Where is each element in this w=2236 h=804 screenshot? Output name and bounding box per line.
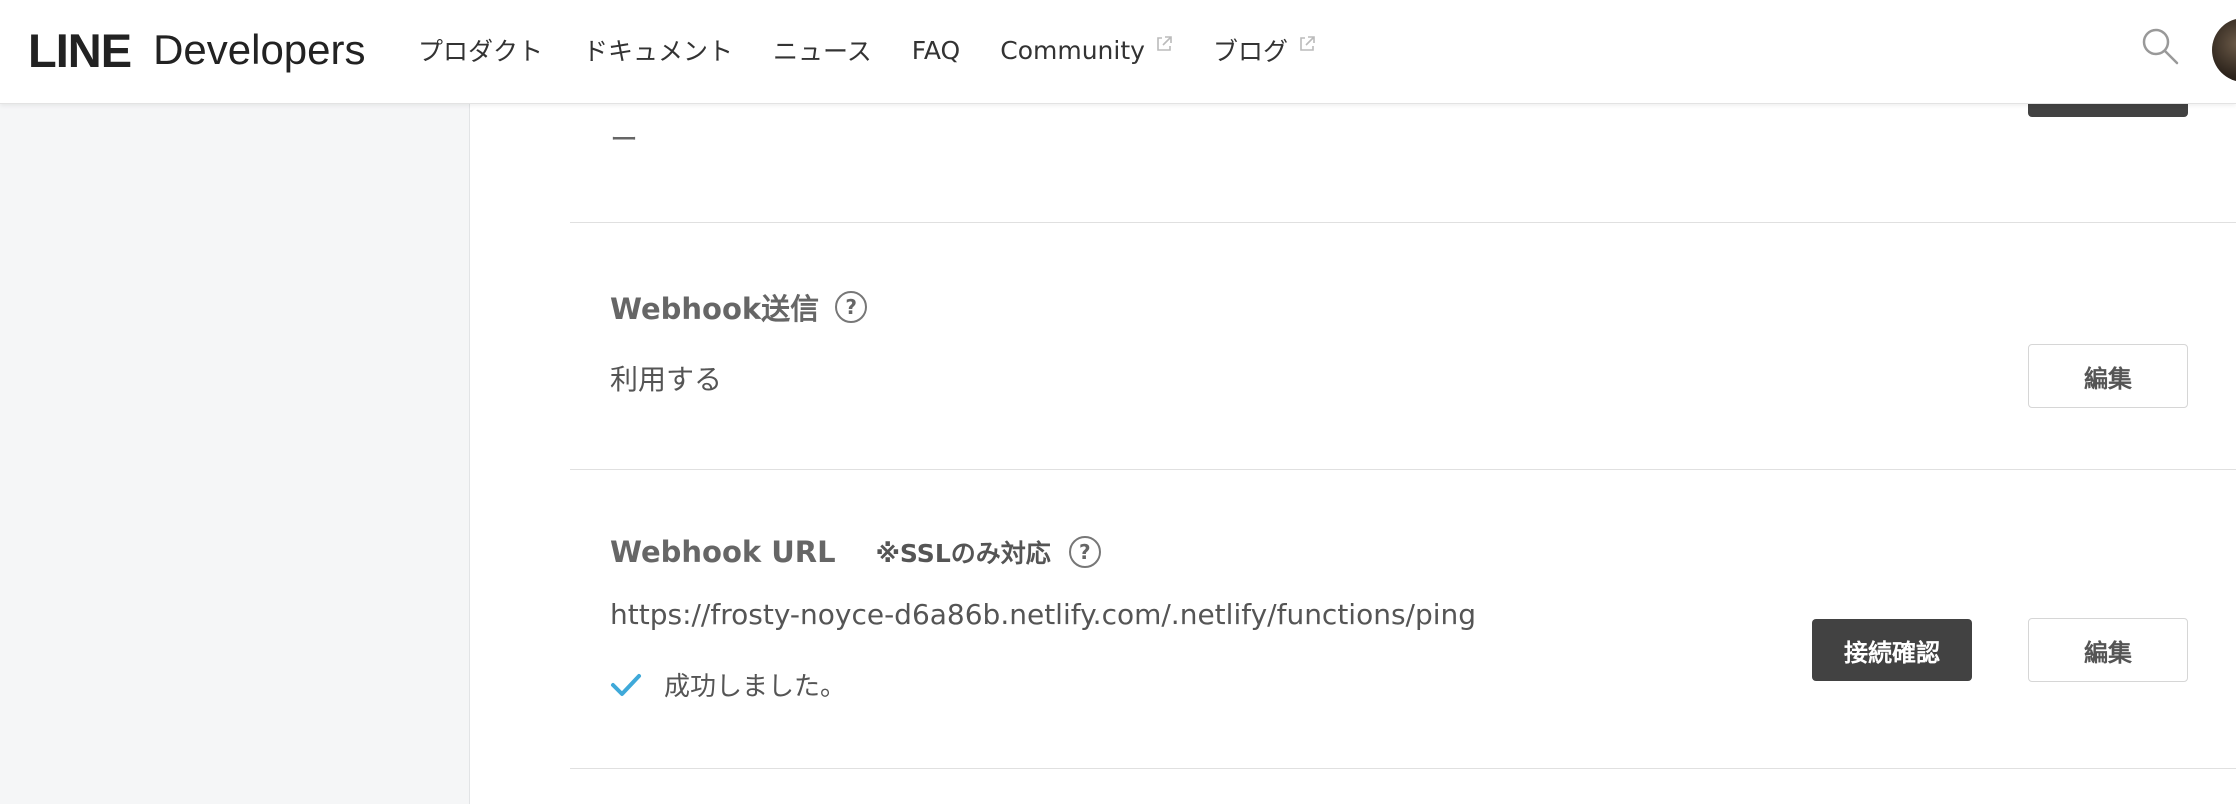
section-divider [570, 768, 2236, 769]
sidebar [0, 103, 470, 804]
nav-item-faq[interactable]: FAQ [912, 36, 960, 65]
section-divider [570, 469, 2236, 470]
webhook-url-value: https://frosty-noyce-d6a86b.netlify.com/… [610, 598, 1477, 631]
nav-item-label: Community [1000, 35, 1145, 65]
nav-item-label: プロダクト [418, 37, 544, 66]
nav-item-blog[interactable]: ブログ [1213, 32, 1316, 68]
verify-connection-button[interactable]: 接続確認 [1812, 619, 1972, 681]
main-nav: プロダクト ドキュメント ニュース FAQ Community ブログ [418, 26, 1316, 74]
logo-line-text: LINE [28, 23, 132, 77]
nav-item-news[interactable]: ニュース [773, 32, 872, 68]
nav-item-label: ニュース [773, 37, 872, 66]
webhook-url-title: Webhook URL ※SSLのみ対応 ? [610, 534, 1101, 570]
line-developers-logo[interactable]: LINE Developers [28, 20, 366, 80]
section-divider [570, 222, 2236, 223]
webhook-url-title-text: Webhook URL [610, 535, 836, 569]
nav-item-label: ドキュメント [583, 37, 734, 66]
help-icon[interactable]: ? [835, 291, 868, 323]
nav-item-community[interactable]: Community [1000, 36, 1173, 65]
external-link-icon [1157, 36, 1172, 51]
avatar[interactable] [2212, 18, 2236, 82]
ssl-only-note: ※SSLのみ対応 [875, 539, 1051, 568]
top-navbar: LINE Developers プロダクト ドキュメント ニュース FAQ Co… [0, 0, 2236, 104]
verify-success-message: 成功しました。 [610, 666, 846, 703]
top-section-value: ー [610, 123, 639, 156]
success-text: 成功しました。 [664, 672, 847, 702]
webhook-send-edit-button[interactable]: 編集 [2028, 344, 2188, 408]
nav-item-label: FAQ [911, 35, 961, 65]
webhook-send-title: Webhook送信 ? [610, 286, 868, 328]
nav-item-documents[interactable]: ドキュメント [583, 32, 733, 68]
external-link-icon [1300, 36, 1315, 51]
help-icon[interactable]: ? [1068, 536, 1101, 568]
webhook-send-value: 利用する [610, 363, 723, 396]
webhook-send-title-text: Webhook送信 [610, 292, 820, 326]
search-icon[interactable] [2140, 26, 2180, 66]
logo-developers-text: Developers [153, 26, 366, 73]
webhook-url-edit-button[interactable]: 編集 [2028, 618, 2188, 682]
nav-item-products[interactable]: プロダクト [418, 32, 543, 68]
check-icon [611, 673, 641, 696]
nav-item-label: ブログ [1212, 37, 1288, 66]
